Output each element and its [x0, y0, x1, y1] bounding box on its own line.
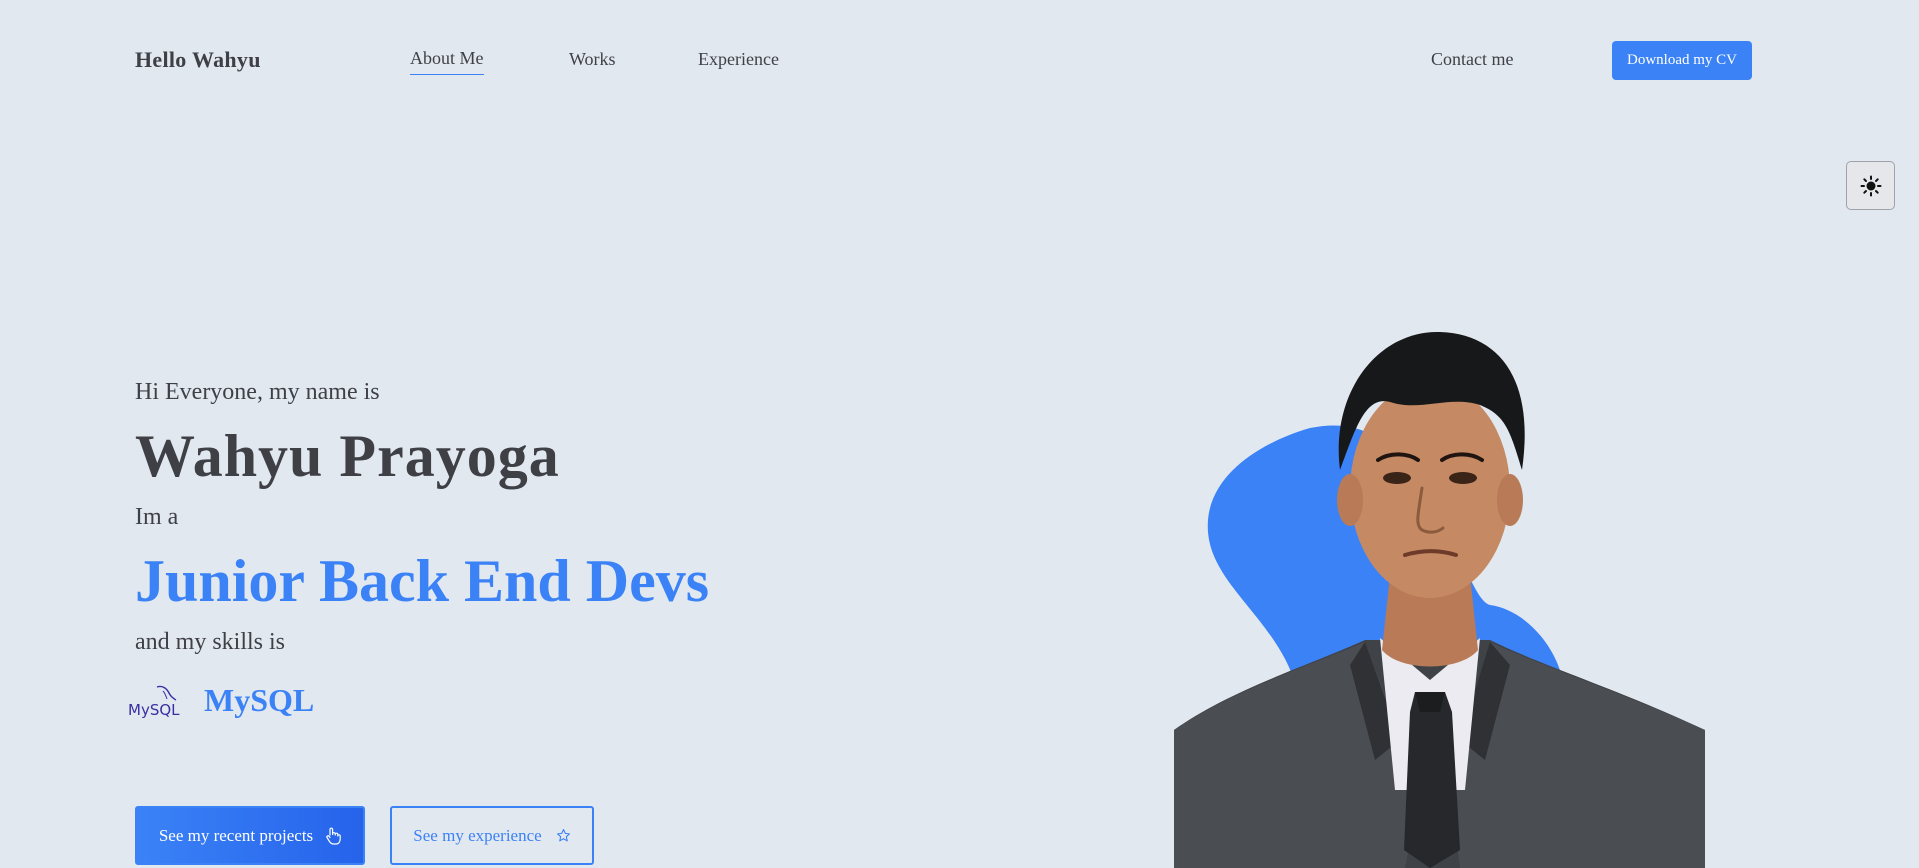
site-logo[interactable]: Hello Wahyu	[135, 47, 261, 73]
see-recent-projects-button[interactable]: See my recent projects	[135, 806, 365, 865]
nav-link-works[interactable]: Works	[569, 48, 616, 70]
hero-skills-intro: and my skills is	[135, 629, 286, 655]
tie-shape	[1404, 692, 1460, 868]
mysql-logo-text: MySQL	[128, 701, 180, 719]
sun-icon	[1860, 175, 1881, 196]
hero-greeting: Hi Everyone, my name is	[135, 379, 380, 405]
see-recent-projects-label: See my recent projects	[158, 825, 314, 845]
skill-name: MySQL	[204, 682, 315, 718]
nav-link-experience[interactable]: Experience	[698, 48, 779, 70]
profile-photo	[1174, 331, 1705, 868]
face-shape	[1350, 382, 1510, 598]
hero-im-a: Im a	[135, 504, 179, 530]
mysql-logo-icon: MySQL	[128, 685, 180, 719]
nav-link-contact[interactable]: Contact me	[1431, 48, 1513, 70]
theme-toggle-button[interactable]	[1846, 161, 1895, 210]
star-outline-icon	[556, 829, 570, 842]
hand-pointer-icon	[326, 827, 341, 845]
hero-role: Junior Back End Devs	[135, 548, 710, 614]
see-experience-label: See my experience	[413, 825, 542, 845]
see-experience-button[interactable]: See my experience	[390, 806, 594, 865]
hero-name: Wahyu Prayoga	[135, 423, 560, 489]
nav-link-about-me[interactable]: About Me	[410, 47, 484, 75]
download-cv-button[interactable]: Download my CV	[1612, 41, 1752, 80]
